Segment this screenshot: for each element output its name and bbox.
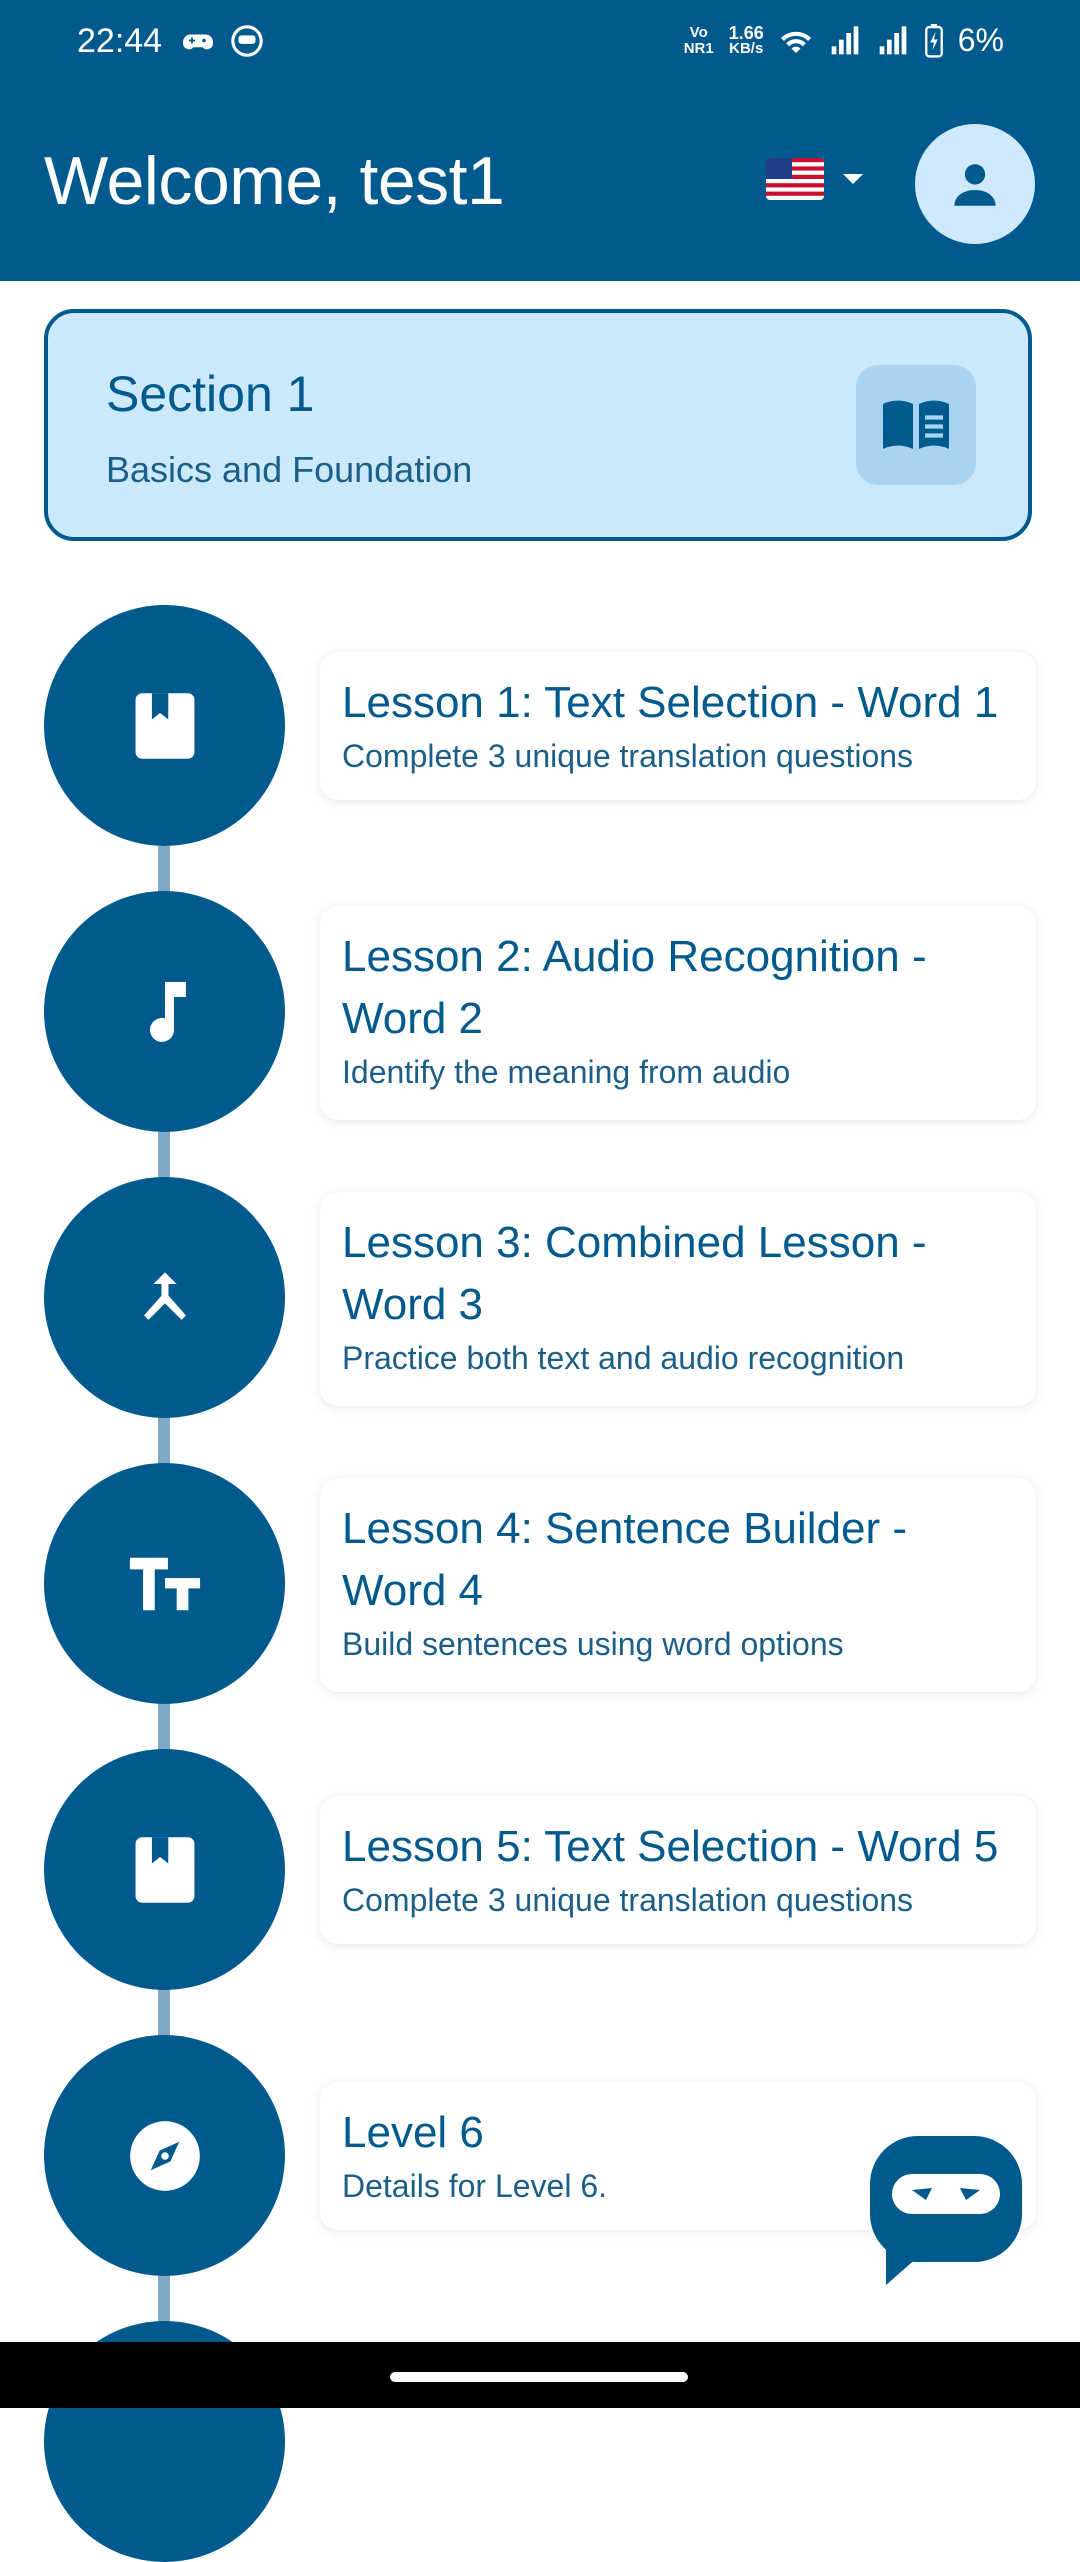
level-6-circle[interactable] [44,2035,285,2276]
lesson-4-circle[interactable] [44,1463,285,1704]
lesson-4-card[interactable]: Lesson 4: Sentence Builder - Word 4 Buil… [320,1478,1036,1692]
section-card[interactable]: Section 1 Basics and Foundation [44,309,1032,541]
dropdown-arrow-icon [843,174,863,184]
lesson-subtitle: Identify the meaning from audio [342,1054,791,1090]
music-note-icon [149,981,186,1042]
lesson-subtitle: Complete 3 unique translation questions [342,1882,914,1918]
system-navigation-bar [0,2342,1080,2408]
section-subtitle: Basics and Foundation [106,449,473,490]
welcome-title: Welcome, test1 [44,143,505,219]
lesson-3-circle[interactable] [44,1177,285,1418]
section-title: Section 1 [106,366,315,422]
lesson-subtitle: Complete 3 unique translation questions [342,738,914,774]
battery-level: 6% [957,22,1004,58]
open-book-icon [883,400,949,449]
book-icon [135,692,194,759]
lesson-3-card[interactable]: Lesson 3: Combined Lesson - Word 3 Pract… [320,1192,1036,1406]
status-bar: 22:44 Vo NR1 1.66 KB/s 6% [0,0,1080,90]
book-icon [135,1836,194,1903]
wifi-icon [780,31,811,53]
us-flag-icon [766,158,824,200]
status-time: 22:44 [77,22,163,60]
lesson-2-circle[interactable] [44,891,285,1132]
notification-icons [180,24,264,60]
network-speed: 1.66 KB/s [728,22,764,57]
lesson-title: Lesson 2: Audio Recognition - Word 2 [342,932,927,1043]
lesson-5-circle[interactable] [44,1749,285,1990]
battery-charging-icon [924,23,943,58]
lesson-subtitle: Build sentences using word options [342,1626,844,1662]
gamepad-icon [183,34,213,50]
person-icon [954,164,996,206]
chatbot-icon [870,2136,1022,2285]
text-fields-icon [129,1557,200,1610]
robot-face-icon [231,25,263,57]
section-icon-box [856,365,976,485]
lesson-title: Lesson 3: Combined Lesson - Word 3 [342,1218,927,1329]
home-gesture-handle[interactable] [390,2372,688,2382]
lesson-title: Lesson 4: Sentence Builder - Word 4 [342,1504,908,1615]
lesson-5-card[interactable]: Lesson 5: Text Selection - Word 5 Comple… [320,1796,1036,1944]
network-tag: Vo NR1 [683,23,714,57]
lesson-title: Lesson 5: Text Selection - Word 5 [342,1822,999,1871]
language-selector[interactable] [766,158,864,200]
merge-icon [143,1271,186,1320]
compass-icon [129,2120,200,2191]
signal-icon-2 [879,25,907,54]
speed-value: 1.66 [728,22,764,43]
chat-assistant-button[interactable] [866,2130,1026,2290]
lesson-title: Lesson 1: Text Selection - Word 1 [342,678,999,727]
lesson-2-card[interactable]: Lesson 2: Audio Recognition - Word 2 Ide… [320,906,1036,1120]
status-right-group: Vo NR1 1.66 KB/s 6% [683,22,1004,59]
speed-unit: KB/s [729,39,764,57]
lesson-1-circle[interactable] [44,605,285,846]
lesson-subtitle: Practice both text and audio recognition [342,1340,905,1376]
signal-icon [831,25,859,54]
app-header: 22:44 Vo NR1 1.66 KB/s 6% Welcome, test1 [0,0,1080,281]
lesson-1-card[interactable]: Lesson 1: Text Selection - Word 1 Comple… [320,652,1036,800]
profile-button[interactable] [915,124,1035,244]
